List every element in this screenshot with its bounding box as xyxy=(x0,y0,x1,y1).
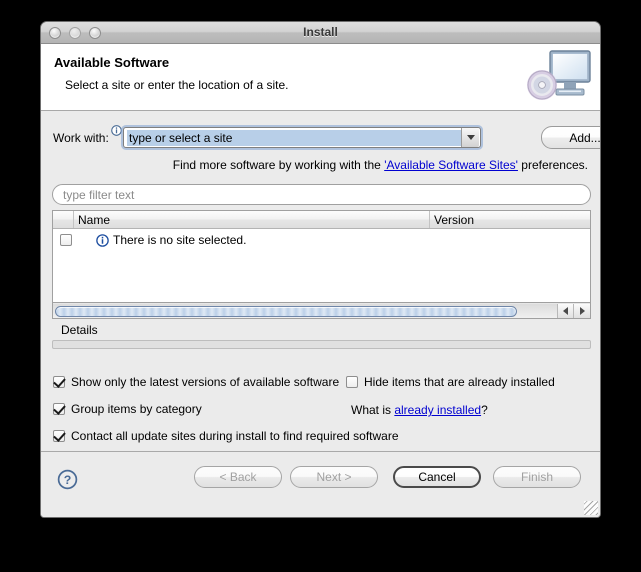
dialog-button-bar: ? < Back Next > Cancel Finish xyxy=(41,451,600,517)
finish-button[interactable]: Finish xyxy=(493,466,581,488)
work-with-combo[interactable]: type or select a site xyxy=(123,127,481,148)
scrollbar-track[interactable] xyxy=(53,303,558,318)
next-button[interactable]: Next > xyxy=(290,466,378,488)
dialog-body: Work with: type or select a site Add... … xyxy=(41,111,600,451)
option-contact-all-update-sites[interactable]: Contact all update sites during install … xyxy=(53,429,399,443)
install-dialog-window: Install Available Software Select a site… xyxy=(40,21,601,518)
details-label: Details xyxy=(61,323,98,337)
filter-placeholder: type filter text xyxy=(63,187,135,202)
work-with-label: Work with: xyxy=(53,131,109,145)
work-with-input[interactable]: type or select a site xyxy=(127,129,461,146)
resize-grip-icon[interactable] xyxy=(584,501,598,515)
page-title: Available Software xyxy=(54,55,170,70)
info-icon xyxy=(96,233,109,247)
available-software-table: Name Version There is no site selected. xyxy=(52,210,591,303)
option-group-by-category[interactable]: Group items by category xyxy=(53,402,202,416)
column-header-checkbox[interactable] xyxy=(53,211,74,228)
option-hide-installed-items[interactable]: Hide items that are already installed xyxy=(346,375,555,389)
option-label: Hide items that are already installed xyxy=(364,375,555,389)
column-header-version[interactable]: Version xyxy=(430,211,590,228)
group-by-category-checkbox[interactable] xyxy=(53,403,65,415)
hide-installed-items-checkbox[interactable] xyxy=(346,376,358,388)
add-site-button[interactable]: Add... xyxy=(541,126,600,149)
back-button[interactable]: < Back xyxy=(194,466,282,488)
page-subtitle: Select a site or enter the location of a… xyxy=(65,78,289,92)
available-sites-hint: Find more software by working with the '… xyxy=(173,158,588,172)
row-checkbox-cell[interactable] xyxy=(56,234,75,246)
what-is-already-installed: What is already installed? xyxy=(351,403,488,417)
row-name-cell: There is no site selected. xyxy=(96,233,246,247)
chevron-down-icon[interactable] xyxy=(461,128,479,147)
table-row[interactable]: There is no site selected. xyxy=(53,229,590,251)
option-label: Contact all update sites during install … xyxy=(71,429,399,443)
dialog-banner: Available Software Select a site or ente… xyxy=(41,44,600,111)
option-label: Show only the latest versions of availab… xyxy=(71,375,340,389)
option-show-latest-versions[interactable]: Show only the latest versions of availab… xyxy=(53,375,339,389)
contact-all-update-sites-checkbox[interactable] xyxy=(53,430,65,442)
scroll-left-icon[interactable] xyxy=(558,303,574,318)
hint-text-after: preferences. xyxy=(517,158,588,172)
hint-text-before: Find more software by working with the xyxy=(172,158,385,172)
scroll-right-icon[interactable] xyxy=(574,303,590,318)
window-title: Install xyxy=(303,25,338,39)
computer-disc-icon xyxy=(527,50,591,100)
already-installed-link[interactable]: already installed xyxy=(394,403,481,417)
available-software-sites-link[interactable]: 'Available Software Sites' xyxy=(384,158,518,172)
filter-input[interactable]: type filter text xyxy=(52,184,591,205)
table-header-row: Name Version xyxy=(53,211,590,229)
info-icon xyxy=(111,125,122,136)
scrollbar-thumb[interactable] xyxy=(55,305,517,317)
work-with-row: Work with: type or select a site Add... xyxy=(41,125,600,151)
horizontal-scrollbar[interactable] xyxy=(52,303,591,319)
svg-text:?: ? xyxy=(64,473,72,487)
what-is-text-after: ? xyxy=(481,403,488,417)
row-name-label: There is no site selected. xyxy=(113,233,247,247)
window-titlebar: Install xyxy=(41,22,600,44)
row-checkbox[interactable] xyxy=(59,234,72,246)
column-header-name[interactable]: Name xyxy=(74,211,430,228)
what-is-text-before: What is xyxy=(351,403,395,417)
details-panel xyxy=(52,340,591,349)
cancel-button[interactable]: Cancel xyxy=(393,466,481,488)
help-question-icon[interactable]: ? xyxy=(57,469,78,490)
option-label: Group items by category xyxy=(71,402,202,416)
show-latest-versions-checkbox[interactable] xyxy=(53,376,65,388)
